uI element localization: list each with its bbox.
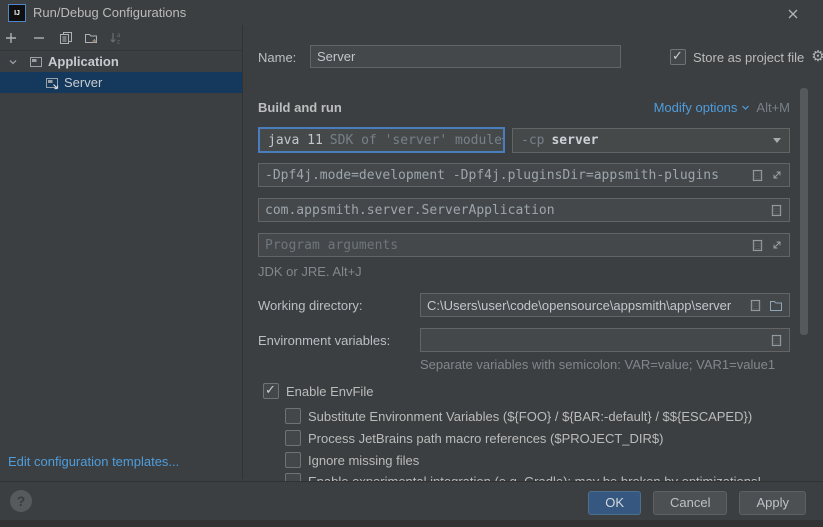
main-class-field[interactable]: com.appsmith.server.ServerApplication — [258, 198, 790, 222]
jre-combo[interactable]: java 11 SDK of 'server' module — [258, 127, 505, 153]
background-window-strip — [0, 520, 823, 527]
apply-button[interactable]: Apply — [739, 491, 806, 515]
expand-field-icon[interactable] — [771, 169, 783, 181]
modify-options-shortcut: Alt+M — [756, 100, 790, 115]
working-directory-field[interactable]: C:\Users\user\code\opensource\appsmith\a… — [420, 293, 790, 317]
copy-icon — [59, 31, 73, 45]
close-button[interactable] — [784, 5, 802, 23]
environment-variables-hint: Separate variables with semicolon: VAR=v… — [420, 357, 775, 372]
new-folder-icon — [84, 31, 98, 45]
modify-options-area: Modify options Alt+M — [654, 100, 790, 115]
plus-icon — [5, 32, 17, 44]
configurations-toolbar: a z — [0, 25, 242, 51]
process-path-macros-checkbox[interactable] — [285, 430, 301, 446]
program-arguments-field[interactable]: Program arguments — [258, 233, 790, 257]
insert-macros-icon[interactable] — [751, 169, 764, 182]
enable-envfile-checkbox[interactable] — [263, 383, 279, 399]
tree-item-label: Server — [64, 75, 102, 90]
ignore-missing-files-checkbox[interactable] — [285, 452, 301, 468]
title-bar: IJ Run/Debug Configurations — [0, 0, 823, 25]
tree-item-application[interactable]: Application — [0, 51, 242, 72]
modify-options-link[interactable]: Modify options — [654, 100, 751, 115]
enable-envfile-row: Enable EnvFile — [263, 383, 373, 399]
svg-text:z: z — [117, 39, 120, 45]
sort-alphabetically-icon: a z — [109, 31, 123, 45]
chevron-down-icon — [741, 103, 750, 112]
combo-arrow-icon — [502, 138, 505, 143]
store-as-project-file-label: Store as project file — [693, 50, 804, 65]
remove-configuration-button[interactable] — [31, 30, 47, 46]
tree-group-label: Application — [48, 54, 119, 69]
insert-macros-icon[interactable] — [749, 299, 762, 312]
browse-folder-icon[interactable] — [769, 299, 783, 312]
vertical-scrollbar[interactable] — [800, 88, 808, 335]
run-configuration-icon — [44, 75, 60, 91]
intellij-logo-icon: IJ — [8, 4, 26, 22]
gear-icon: ⚙ — [811, 49, 823, 65]
combo-arrow-icon — [773, 138, 781, 143]
dialog-title: Run/Debug Configurations — [33, 5, 186, 20]
environment-variables-label: Environment variables: — [258, 333, 390, 348]
insert-macros-icon[interactable] — [751, 239, 764, 252]
svg-text:a: a — [117, 33, 121, 39]
substitute-env-variables-label: Substitute Environment Variables (${FOO}… — [308, 409, 752, 424]
substitute-env-variables-checkbox[interactable] — [285, 408, 301, 424]
insert-macros-icon[interactable] — [770, 334, 783, 347]
new-folder-button[interactable] — [83, 30, 99, 46]
run-debug-configurations-dialog: IJ Run/Debug Configurations — [0, 0, 823, 527]
sort-configurations-button[interactable]: a z — [108, 30, 124, 46]
expand-field-icon[interactable] — [771, 239, 783, 251]
classpath-module-combo[interactable]: -cp server — [512, 128, 790, 153]
application-type-icon — [28, 54, 44, 70]
name-value: Server — [317, 49, 355, 64]
store-as-project-file-checkbox[interactable] — [670, 49, 686, 65]
sidebar-divider — [242, 25, 243, 479]
build-and-run-title: Build and run — [258, 100, 342, 115]
chevron-down-icon[interactable] — [8, 57, 18, 67]
store-as-project-file-row: Store as project file ⚙ ▾ — [670, 49, 823, 65]
working-directory-label: Working directory: — [258, 298, 363, 313]
name-field[interactable]: Server — [310, 45, 621, 68]
ignore-missing-files-label: Ignore missing files — [308, 453, 419, 468]
minus-icon — [33, 32, 45, 44]
close-icon — [787, 8, 799, 20]
ok-button[interactable]: OK — [588, 491, 641, 515]
process-path-macros-label: Process JetBrains path macro references … — [308, 431, 663, 446]
environment-variables-field[interactable] — [420, 328, 790, 352]
add-configuration-button[interactable] — [3, 30, 19, 46]
help-button[interactable]: ? — [10, 490, 32, 512]
process-path-macros-row: Process JetBrains path macro references … — [285, 430, 663, 446]
insert-macros-icon[interactable] — [770, 204, 783, 217]
name-label: Name: — [258, 50, 296, 65]
question-icon: ? — [17, 493, 26, 509]
configurations-tree: Application Server — [0, 51, 242, 93]
copy-configuration-button[interactable] — [58, 30, 74, 46]
edit-configuration-templates-link[interactable]: Edit configuration templates... — [8, 454, 179, 469]
substitute-env-variables-row: Substitute Environment Variables (${FOO}… — [285, 408, 752, 424]
cancel-button[interactable]: Cancel — [653, 491, 727, 515]
vm-options-field[interactable]: -Dpf4j.mode=development -Dpf4j.pluginsDi… — [258, 163, 790, 187]
enable-envfile-label: Enable EnvFile — [286, 384, 373, 399]
store-settings-button[interactable]: ⚙ ▾ — [811, 49, 823, 65]
ignore-missing-files-row: Ignore missing files — [285, 452, 419, 468]
footer-bar: ? OK Cancel Apply — [0, 482, 823, 520]
tree-item-server[interactable]: Server — [0, 72, 242, 93]
jre-hint: JDK or JRE. Alt+J — [258, 264, 362, 279]
